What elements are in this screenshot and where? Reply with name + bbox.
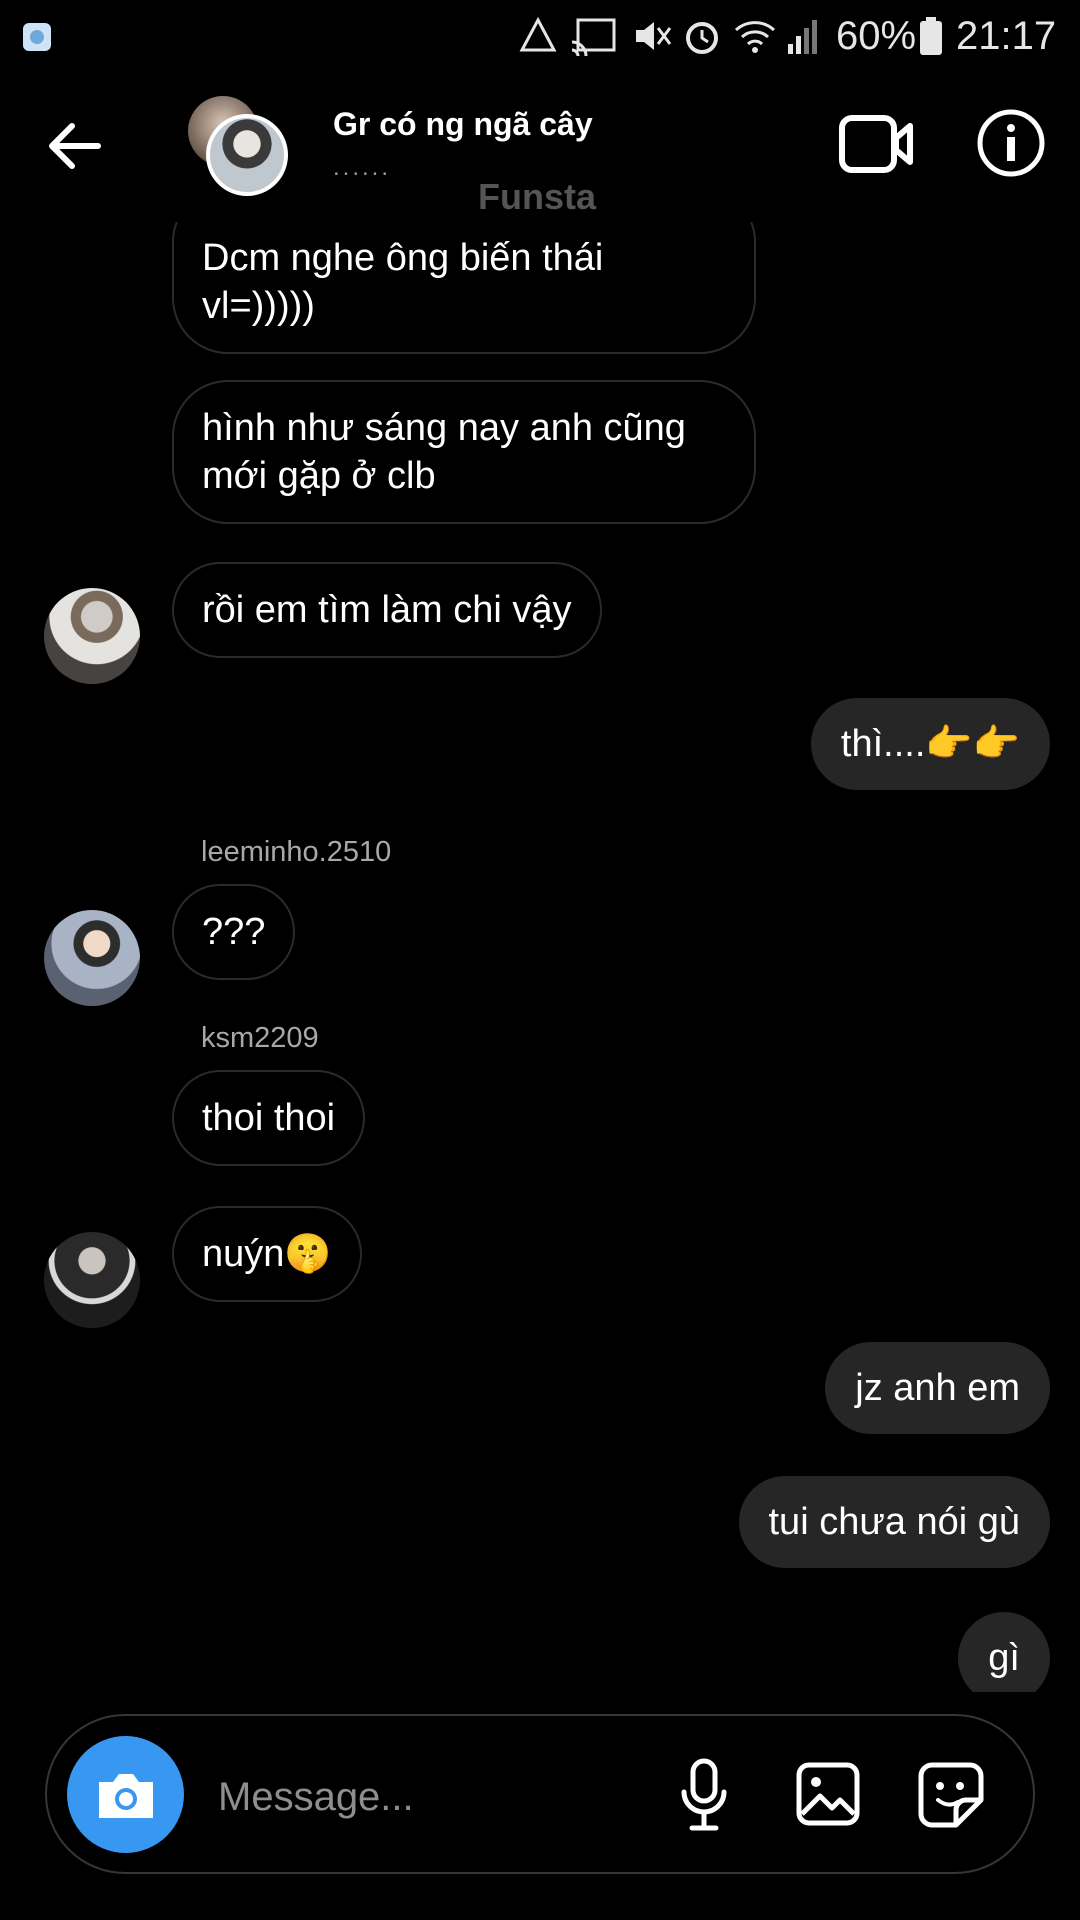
message-bubble[interactable]: thoi thoi — [172, 1070, 366, 1166]
message-bubble[interactable]: Dcm nghe ông biến thái vl=))))) — [172, 222, 756, 354]
mute-icon — [636, 22, 672, 50]
avatar[interactable] — [44, 588, 140, 684]
info-icon[interactable] — [976, 108, 1046, 178]
message-bubble[interactable]: rồi em tìm làm chi vậy — [172, 562, 602, 658]
app-notification-icon — [23, 23, 51, 51]
clock-time: 21:17 — [956, 14, 1057, 58]
battery-icon — [920, 17, 942, 55]
cast-icon — [571, 18, 616, 56]
avatar-front — [206, 114, 288, 196]
message-bubble[interactable]: hình như sáng nay anh cũng mới gặp ở clb — [172, 380, 756, 524]
my-message-bubble[interactable]: thì....👉👉 — [810, 698, 1050, 790]
my-message-bubble[interactable]: jz anh em — [825, 1342, 1050, 1434]
camera-icon — [99, 1774, 153, 1818]
gallery-icon[interactable] — [796, 1762, 860, 1826]
microphone-icon[interactable] — [676, 1758, 732, 1832]
back-arrow-icon[interactable] — [46, 118, 102, 174]
my-message-bubble[interactable]: tui chưa nói gù — [738, 1476, 1050, 1568]
sender-username: leeminho.2510 — [201, 836, 392, 868]
chat-subtitle: ...... — [333, 154, 392, 181]
status-bar: 60% 21:17 — [0, 0, 1080, 72]
message-bubble[interactable]: nuýn🤫 — [172, 1206, 362, 1302]
message-list: Dcm nghe ông biến thái vl=))))) hình như… — [0, 222, 1080, 1692]
avatar[interactable] — [44, 910, 140, 1006]
sticker-icon[interactable] — [918, 1762, 984, 1828]
message-input[interactable] — [216, 1758, 650, 1836]
camera-button[interactable] — [67, 1736, 184, 1853]
funsta-label: Funsta — [478, 176, 597, 217]
chat-title[interactable]: Gr có ng ngã cây — [333, 106, 593, 143]
signal-icon — [788, 20, 817, 54]
message-bubble[interactable]: ??? — [172, 884, 296, 980]
video-call-icon[interactable] — [838, 112, 914, 176]
avatar[interactable] — [44, 1232, 140, 1328]
sender-username: ksm2209 — [201, 1022, 319, 1054]
group-avatar[interactable] — [188, 96, 290, 198]
my-message-bubble[interactable]: gì — [958, 1612, 1050, 1692]
battery-percent: 60% — [836, 14, 917, 58]
recycle-icon — [519, 16, 557, 52]
chat-header: Gr có ng ngã cây ...... Funsta — [0, 72, 1080, 222]
wifi-icon — [734, 21, 776, 53]
alarm-icon — [686, 22, 718, 54]
